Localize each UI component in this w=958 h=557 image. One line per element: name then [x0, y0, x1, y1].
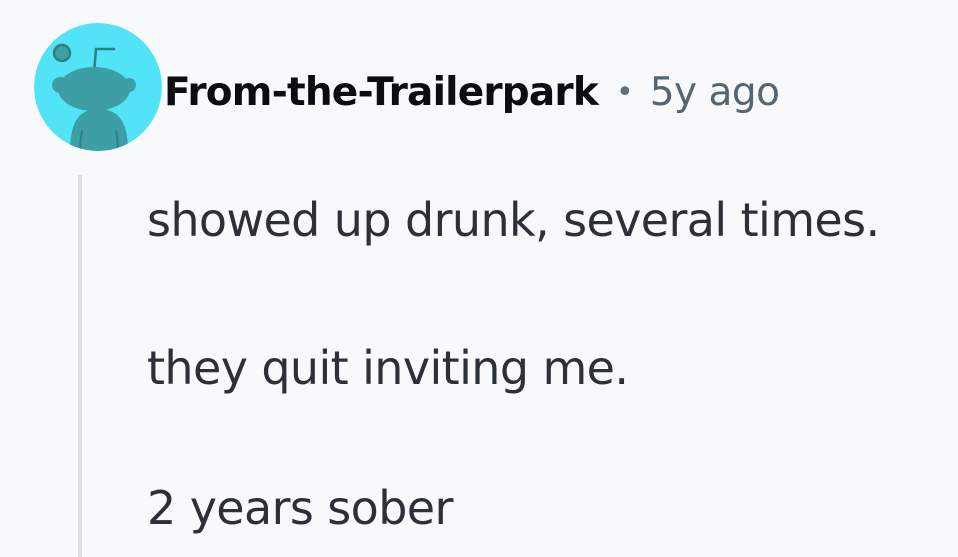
comment-paragraph: 2 years sober: [147, 481, 453, 535]
comment: From-the-Trailerpark • 5y ago showed up …: [0, 0, 958, 557]
comment-timestamp[interactable]: 5y ago: [650, 70, 780, 115]
user-avatar[interactable]: [34, 23, 162, 151]
comment-paragraph: showed up drunk, several times.: [147, 193, 880, 247]
snoo-avatar-icon: [34, 23, 162, 151]
username-link[interactable]: From-the-Trailerpark: [164, 70, 599, 115]
meta-separator: •: [616, 74, 634, 110]
comment-paragraph: they quit inviting me.: [147, 341, 629, 395]
comment-header: From-the-Trailerpark • 5y ago: [164, 62, 780, 122]
thread-line[interactable]: [78, 175, 82, 557]
